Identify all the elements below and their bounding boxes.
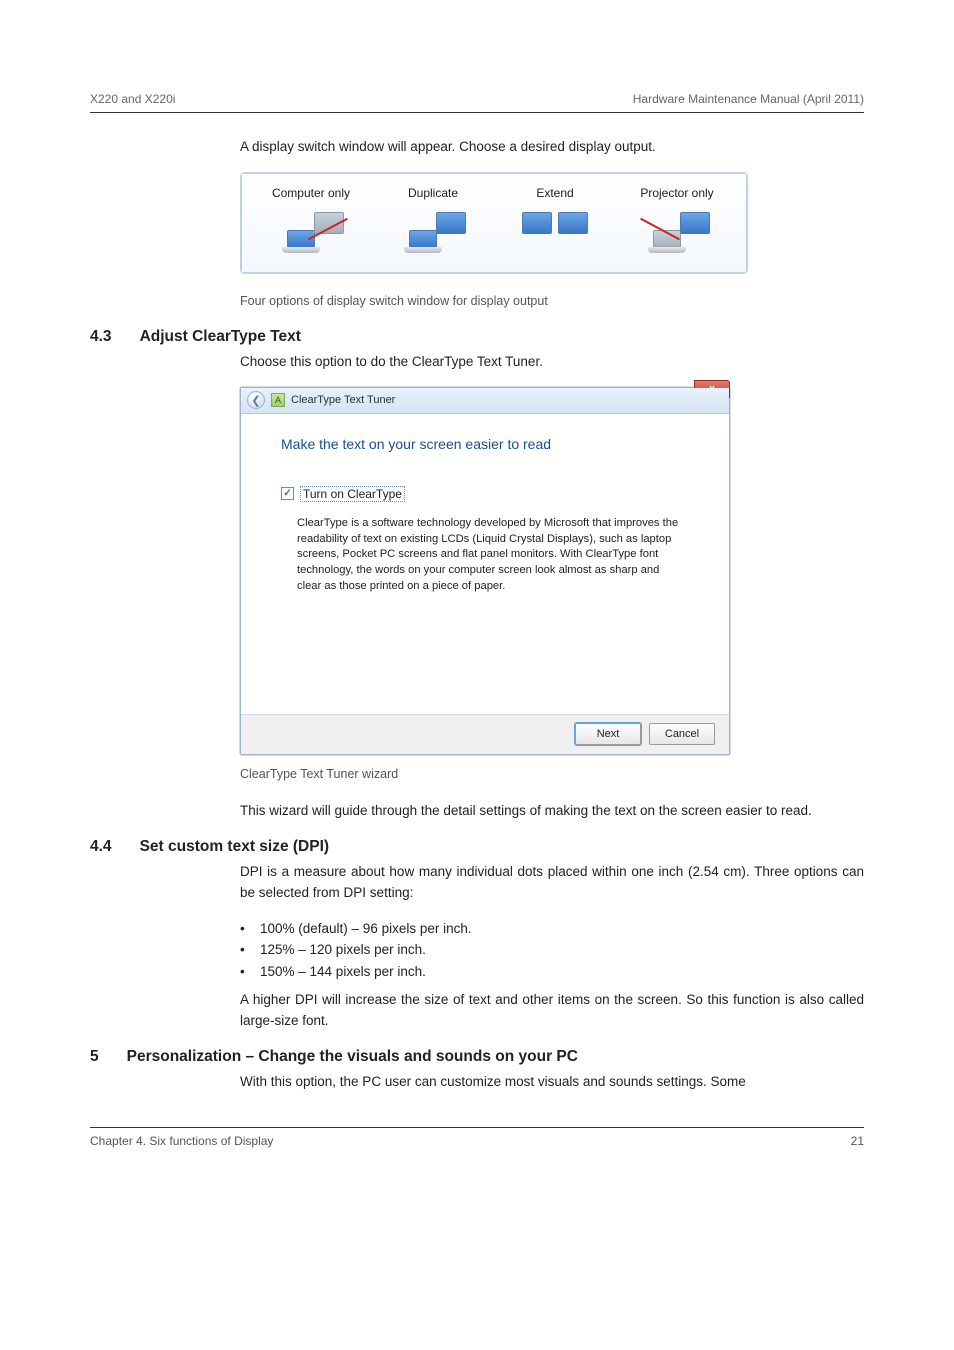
- figure-caption-1: Four options of display switch window fo…: [240, 294, 864, 308]
- turn-on-cleartype-checkbox[interactable]: ✓: [281, 487, 294, 500]
- wizard-titlebar: ❮ A ClearType Text Tuner: [241, 388, 729, 414]
- option-computer-only[interactable]: Computer only: [251, 186, 371, 258]
- option-extend[interactable]: Extend: [495, 186, 615, 258]
- footer-left: Chapter 4. Six functions of Display: [90, 1134, 273, 1148]
- cleartype-description: ClearType is a software technology devel…: [281, 516, 681, 594]
- footer-page-number: 21: [851, 1134, 864, 1148]
- wizard-footer: Next Cancel: [241, 714, 729, 754]
- list-item: 100% (default) – 96 pixels per inch.: [260, 918, 472, 940]
- option-projector-only[interactable]: Projector only: [617, 186, 737, 258]
- figure-caption-2: ClearType Text Tuner wizard: [240, 767, 864, 781]
- header-left: X220 and X220i: [90, 92, 175, 106]
- option-duplicate[interactable]: Duplicate: [373, 186, 493, 258]
- section-4-4-heading: 4.4 Set custom text size (DPI): [90, 838, 864, 856]
- cleartype-app-icon: A: [271, 393, 285, 407]
- wizard-heading: Make the text on your screen easier to r…: [281, 436, 689, 452]
- section-4-4-body: DPI is a measure about how many individu…: [240, 862, 864, 904]
- section-4-3-heading: 4.3 Adjust ClearType Text: [90, 328, 864, 346]
- cancel-button[interactable]: Cancel: [649, 723, 715, 745]
- turn-on-cleartype-label[interactable]: Turn on ClearType: [300, 486, 405, 502]
- intro-paragraph: A display switch window will appear. Cho…: [240, 137, 864, 158]
- footer: Chapter 4. Six functions of Display 21: [90, 1127, 864, 1148]
- option-label: Projector only: [617, 186, 737, 200]
- list-item: 150% – 144 pixels per inch.: [260, 961, 426, 983]
- option-label: Computer only: [251, 186, 371, 200]
- header-divider: [90, 112, 864, 113]
- header-right: Hardware Maintenance Manual (April 2011): [633, 92, 864, 106]
- section-5-body: With this option, the PC user can custom…: [240, 1072, 864, 1093]
- section-4-3-body2: This wizard will guide through the detai…: [240, 801, 864, 822]
- back-icon[interactable]: ❮: [247, 391, 265, 409]
- section-4-3-body: Choose this option to do the ClearType T…: [240, 352, 864, 373]
- cleartype-wizard-figure: x ❮ A ClearType Text Tuner Make the text…: [240, 387, 730, 755]
- wizard-title-text: ClearType Text Tuner: [291, 394, 395, 406]
- display-switch-figure: Computer only Duplicate Extend: [240, 172, 748, 274]
- section-5-heading: 5 Personalization – Change the visuals a…: [90, 1048, 864, 1066]
- option-label: Duplicate: [373, 186, 493, 200]
- section-4-4-body2: A higher DPI will increase the size of t…: [240, 990, 864, 1032]
- next-button[interactable]: Next: [575, 723, 641, 745]
- option-label: Extend: [495, 186, 615, 200]
- list-item: 125% – 120 pixels per inch.: [260, 939, 426, 961]
- dpi-options-list: •100% (default) – 96 pixels per inch. •1…: [240, 918, 864, 983]
